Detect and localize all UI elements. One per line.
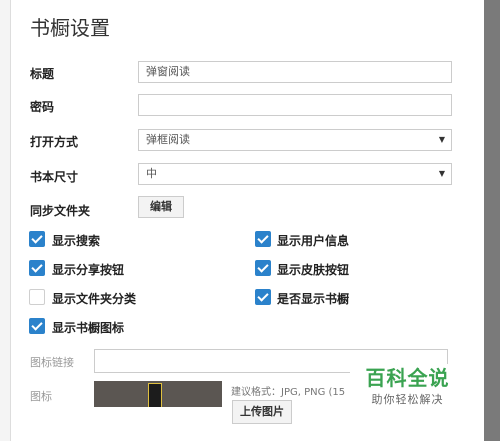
dropdown-arrow-icon: ▼ [438, 135, 445, 144]
title-label: 标题 [30, 67, 55, 81]
show-bookshelf-icon-label: 显示书橱图标 [52, 321, 125, 335]
password-input[interactable] [138, 94, 452, 116]
show-user-info-checkbox[interactable] [255, 231, 271, 247]
sync-folder-label: 同步文件夹 [30, 204, 91, 218]
show-bookshelf-label: 是否显示书橱 [277, 292, 350, 306]
book-size-select[interactable]: 中 ▼ [138, 163, 452, 185]
show-skin-button-checkbox[interactable] [255, 260, 271, 276]
book-icon [148, 383, 162, 407]
dialog-title: 书橱设置 [30, 16, 110, 40]
watermark-subtitle: 助你轻松解决 [371, 393, 444, 406]
upload-image-button[interactable]: 上传图片 [232, 400, 292, 424]
book-size-value: 中 [146, 167, 157, 180]
show-search-label: 显示搜索 [52, 234, 101, 248]
edit-button[interactable]: 编辑 [138, 196, 184, 218]
show-share-button-checkbox[interactable] [29, 260, 45, 276]
show-bookshelf-icon-checkbox[interactable] [29, 318, 45, 334]
show-folder-category-checkbox[interactable] [29, 289, 45, 305]
password-label: 密码 [30, 100, 55, 114]
show-search-checkbox[interactable] [29, 231, 45, 247]
show-folder-category-label: 显示文件夹分类 [52, 292, 137, 306]
show-share-button-label: 显示分享按钮 [52, 263, 125, 277]
left-edge-strip [0, 0, 11, 441]
title-input[interactable]: 弹窗阅读 [138, 61, 452, 83]
watermark-logo: 百科全说 助你轻松解决 [350, 364, 465, 414]
bookshelf-settings-dialog: 书橱设置 标题 弹窗阅读 密码 打开方式 弹框阅读 ▼ 书本尺寸 中 ▼ 同步文… [0, 0, 484, 441]
book-size-label: 书本尺寸 [30, 170, 79, 184]
open-mode-value: 弹框阅读 [146, 133, 190, 146]
icon-link-label: 图标链接 [30, 356, 74, 369]
show-skin-button-label: 显示皮肤按钮 [277, 263, 350, 277]
watermark-title: 百科全说 [365, 366, 450, 390]
show-user-info-label: 显示用户信息 [277, 234, 350, 248]
open-mode-select[interactable]: 弹框阅读 ▼ [138, 129, 452, 151]
format-hint: 建议格式：JPG, PNG (15 [231, 387, 346, 398]
dropdown-arrow-icon: ▼ [438, 169, 445, 178]
open-mode-label: 打开方式 [30, 135, 79, 149]
show-bookshelf-checkbox[interactable] [255, 289, 271, 305]
icon-preview-image [94, 381, 222, 407]
icon-label: 图标 [30, 390, 52, 403]
